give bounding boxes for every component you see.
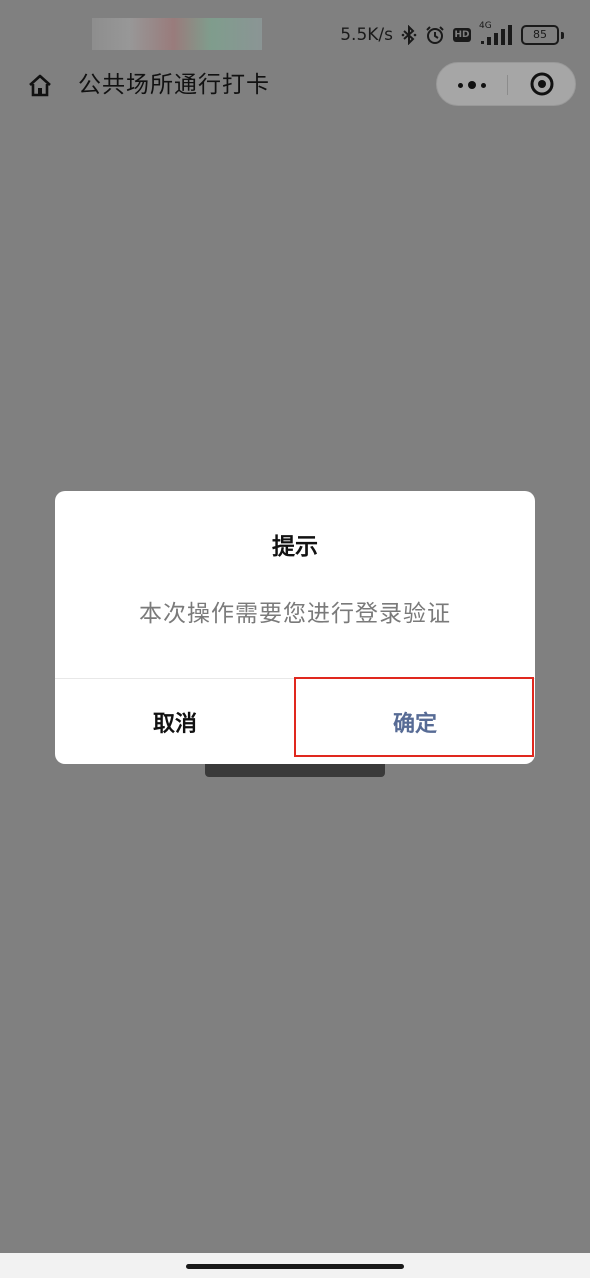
cancel-button[interactable]: 取消 xyxy=(55,679,295,764)
page-title: 公共场所通行打卡 xyxy=(78,72,270,98)
modal-dialog: 提示 本次操作需要您进行登录验证 取消 确定 xyxy=(55,491,535,764)
hd-icon: HD xyxy=(453,28,471,42)
close-button[interactable] xyxy=(508,63,576,105)
alarm-icon xyxy=(425,25,445,45)
battery-level: 85 xyxy=(521,25,559,45)
dialog-message: 本次操作需要您进行登录验证 xyxy=(139,601,451,627)
nav-bar: 公共场所通行打卡 xyxy=(0,60,590,112)
battery-icon: 85 xyxy=(521,25,564,45)
more-icon xyxy=(458,82,463,88)
more-button[interactable] xyxy=(437,63,507,107)
blurred-carrier-info xyxy=(92,18,262,50)
target-close-icon xyxy=(530,72,554,96)
network-type: 4G xyxy=(479,21,492,31)
confirm-button[interactable]: 确定 xyxy=(295,679,535,764)
signal-icon: 4G xyxy=(479,21,513,47)
status-icons: 5.5K/s HD 4G 85 xyxy=(340,20,564,50)
dialog-title: 提示 xyxy=(272,534,318,560)
net-speed: 5.5K/s xyxy=(340,25,393,45)
bluetooth-icon xyxy=(401,25,417,45)
mini-program-capsule xyxy=(436,62,576,106)
status-bar: 5.5K/s HD 4G 85 xyxy=(0,0,590,62)
home-icon[interactable] xyxy=(26,72,54,100)
home-indicator[interactable] xyxy=(186,1264,404,1269)
bottom-gesture-bar xyxy=(0,1253,590,1278)
